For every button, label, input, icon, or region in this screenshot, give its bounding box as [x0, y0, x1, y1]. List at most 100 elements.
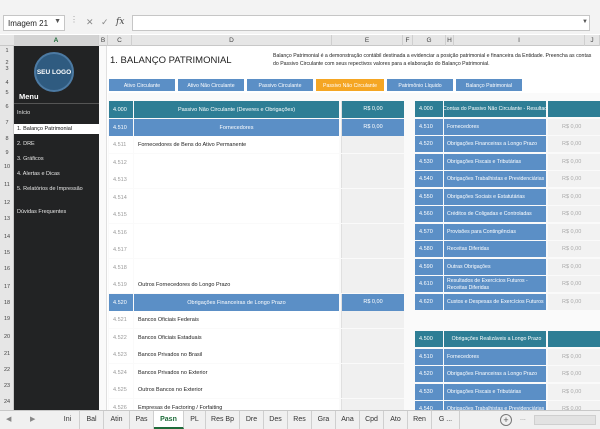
account-value[interactable] — [341, 223, 404, 241]
account-name[interactable] — [134, 223, 339, 241]
sheet-tab[interactable]: Ana — [336, 411, 360, 429]
menu-item-balanco-patrimonial[interactable]: 1. Balanço Patrimonial — [14, 124, 99, 134]
row-header[interactable]: 10 — [0, 164, 14, 170]
account-name[interactable]: Fornecedores — [134, 118, 339, 136]
insert-function-icon[interactable]: fx — [116, 17, 124, 27]
column-header-i[interactable]: I — [454, 35, 585, 46]
account-name[interactable]: Outros Fornecedores do Longo Prazo — [134, 276, 339, 293]
account-value[interactable] — [341, 136, 404, 153]
sheet-tab[interactable]: Des — [264, 411, 288, 429]
menu-item-duvidas[interactable]: Dúvidas Frequentes — [17, 209, 66, 215]
column-header-f[interactable]: F — [403, 35, 413, 46]
menu-item-alertas-dicas[interactable]: 4. Alertas e Dicas — [17, 171, 60, 177]
account-value[interactable] — [341, 171, 404, 188]
tab-balanco-patrimonial[interactable]: Balanço Patrimonial — [455, 78, 523, 92]
column-header-h[interactable]: H — [446, 35, 454, 46]
row-header[interactable]: 1 — [0, 48, 14, 54]
more-icon[interactable]: ... — [520, 415, 526, 422]
menu-item-dre[interactable]: 2. DRE — [17, 141, 35, 147]
sheet-tab[interactable]: Res Bp — [206, 411, 240, 429]
account-name[interactable] — [134, 206, 339, 223]
add-sheet-icon[interactable]: + — [500, 414, 512, 426]
account-name[interactable] — [134, 258, 339, 276]
account-name[interactable]: Passivo Não Circulante (Deveres e Obriga… — [134, 101, 339, 118]
row-header[interactable]: 7 — [0, 120, 14, 126]
column-header-d[interactable]: D — [132, 35, 332, 46]
formula-input[interactable] — [132, 15, 590, 31]
tab-ativo-circulante[interactable]: Ativo Circulante — [108, 78, 176, 92]
row-header[interactable]: 22 — [0, 367, 14, 373]
row-header[interactable]: 3 — [0, 66, 14, 72]
sheet-tab[interactable]: PL — [184, 411, 206, 429]
row-header[interactable]: 9 — [0, 150, 14, 156]
tab-passivo-nao-circulante[interactable]: Passivo Não Circulante — [315, 78, 385, 92]
account-value[interactable] — [341, 206, 404, 223]
column-header-c[interactable]: C — [108, 35, 132, 46]
name-box[interactable]: Imagem 21 ▼ — [3, 15, 65, 31]
sheet-tab[interactable]: Gra — [312, 411, 336, 429]
account-value[interactable] — [341, 328, 404, 346]
sheet-tab[interactable]: Ato — [384, 411, 408, 429]
cancel-icon[interactable]: ✕ — [86, 17, 94, 28]
sheet-tab[interactable]: Ren — [408, 411, 432, 429]
row-header[interactable]: 17 — [0, 284, 14, 290]
tab-patrimonio-liquido[interactable]: Patrimônio Líquido — [386, 78, 454, 92]
menu-item-relatorios[interactable]: 5. Relatórios de Impressão — [17, 186, 83, 192]
row-header[interactable]: 12 — [0, 200, 14, 206]
account-value[interactable] — [341, 241, 404, 258]
column-header-a[interactable]: A — [14, 35, 99, 46]
row-header[interactable]: 16 — [0, 266, 14, 272]
expand-formula-bar-icon[interactable]: ▼ — [582, 19, 588, 25]
account-name[interactable] — [134, 188, 339, 206]
prev-sheet-icon[interactable]: ◀ — [6, 415, 11, 423]
account-name[interactable]: Bancos Oficiais Federais — [134, 311, 339, 328]
account-name[interactable] — [134, 171, 339, 188]
next-sheet-icon[interactable]: ▶ — [30, 415, 35, 423]
account-value[interactable] — [341, 153, 404, 171]
sheet-tab[interactable]: Pas — [130, 411, 154, 429]
account-name[interactable]: Bancos Privados no Brasil — [134, 346, 339, 363]
account-value[interactable] — [341, 346, 404, 363]
row-header[interactable]: 20 — [0, 334, 14, 340]
column-header-j[interactable]: J — [585, 35, 600, 46]
account-name[interactable] — [134, 241, 339, 258]
chevron-down-icon[interactable]: ▼ — [54, 18, 61, 25]
row-header[interactable]: 13 — [0, 216, 14, 222]
column-header-b[interactable]: B — [99, 35, 108, 46]
row-header[interactable]: 24 — [0, 399, 14, 405]
account-value[interactable]: R$ 0,00 — [341, 101, 404, 118]
account-name[interactable]: Obrigações Financeiras de Longo Prazo — [134, 293, 339, 311]
sheet-tab[interactable]: Res — [288, 411, 312, 429]
account-value[interactable] — [341, 363, 404, 381]
sheet-tab[interactable]: Dre — [240, 411, 264, 429]
column-header-e[interactable]: E — [332, 35, 403, 46]
sheet-tab[interactable]: Cpd — [360, 411, 384, 429]
row-header[interactable]: 11 — [0, 182, 14, 188]
account-value[interactable]: R$ 0,00 — [341, 293, 404, 311]
sheet-tab[interactable]: Bal — [80, 411, 104, 429]
account-name[interactable]: Outros Bancos no Exterior — [134, 381, 339, 398]
horizontal-scrollbar[interactable] — [534, 415, 596, 425]
row-header[interactable]: 18 — [0, 300, 14, 306]
confirm-icon[interactable]: ✓ — [101, 17, 109, 28]
account-value[interactable] — [341, 311, 404, 328]
menu-item-graficos[interactable]: 3. Gráficos — [17, 156, 44, 162]
row-header[interactable]: 15 — [0, 250, 14, 256]
sheet-tab[interactable]: Atin — [104, 411, 130, 429]
row-header[interactable]: 4 — [0, 80, 14, 86]
sheet-tab[interactable]: G ... — [432, 411, 460, 429]
row-header[interactable]: 8 — [0, 136, 14, 142]
account-value[interactable] — [341, 188, 404, 206]
tab-ativo-nao-circulante[interactable]: Ativo Não Circulante — [177, 78, 245, 92]
account-value[interactable] — [341, 381, 404, 398]
row-header[interactable]: 6 — [0, 104, 14, 110]
account-value[interactable]: R$ 0,00 — [341, 118, 404, 136]
account-name[interactable] — [134, 153, 339, 171]
row-header[interactable]: 23 — [0, 383, 14, 389]
sheet-tab[interactable]: Pasn — [154, 411, 184, 429]
row-header[interactable]: 14 — [0, 234, 14, 240]
column-header-g[interactable]: G — [413, 35, 446, 46]
menu-item-inicio[interactable]: Início — [17, 110, 30, 116]
sheet-tab[interactable]: Ini — [56, 411, 80, 429]
account-value[interactable] — [341, 276, 404, 293]
